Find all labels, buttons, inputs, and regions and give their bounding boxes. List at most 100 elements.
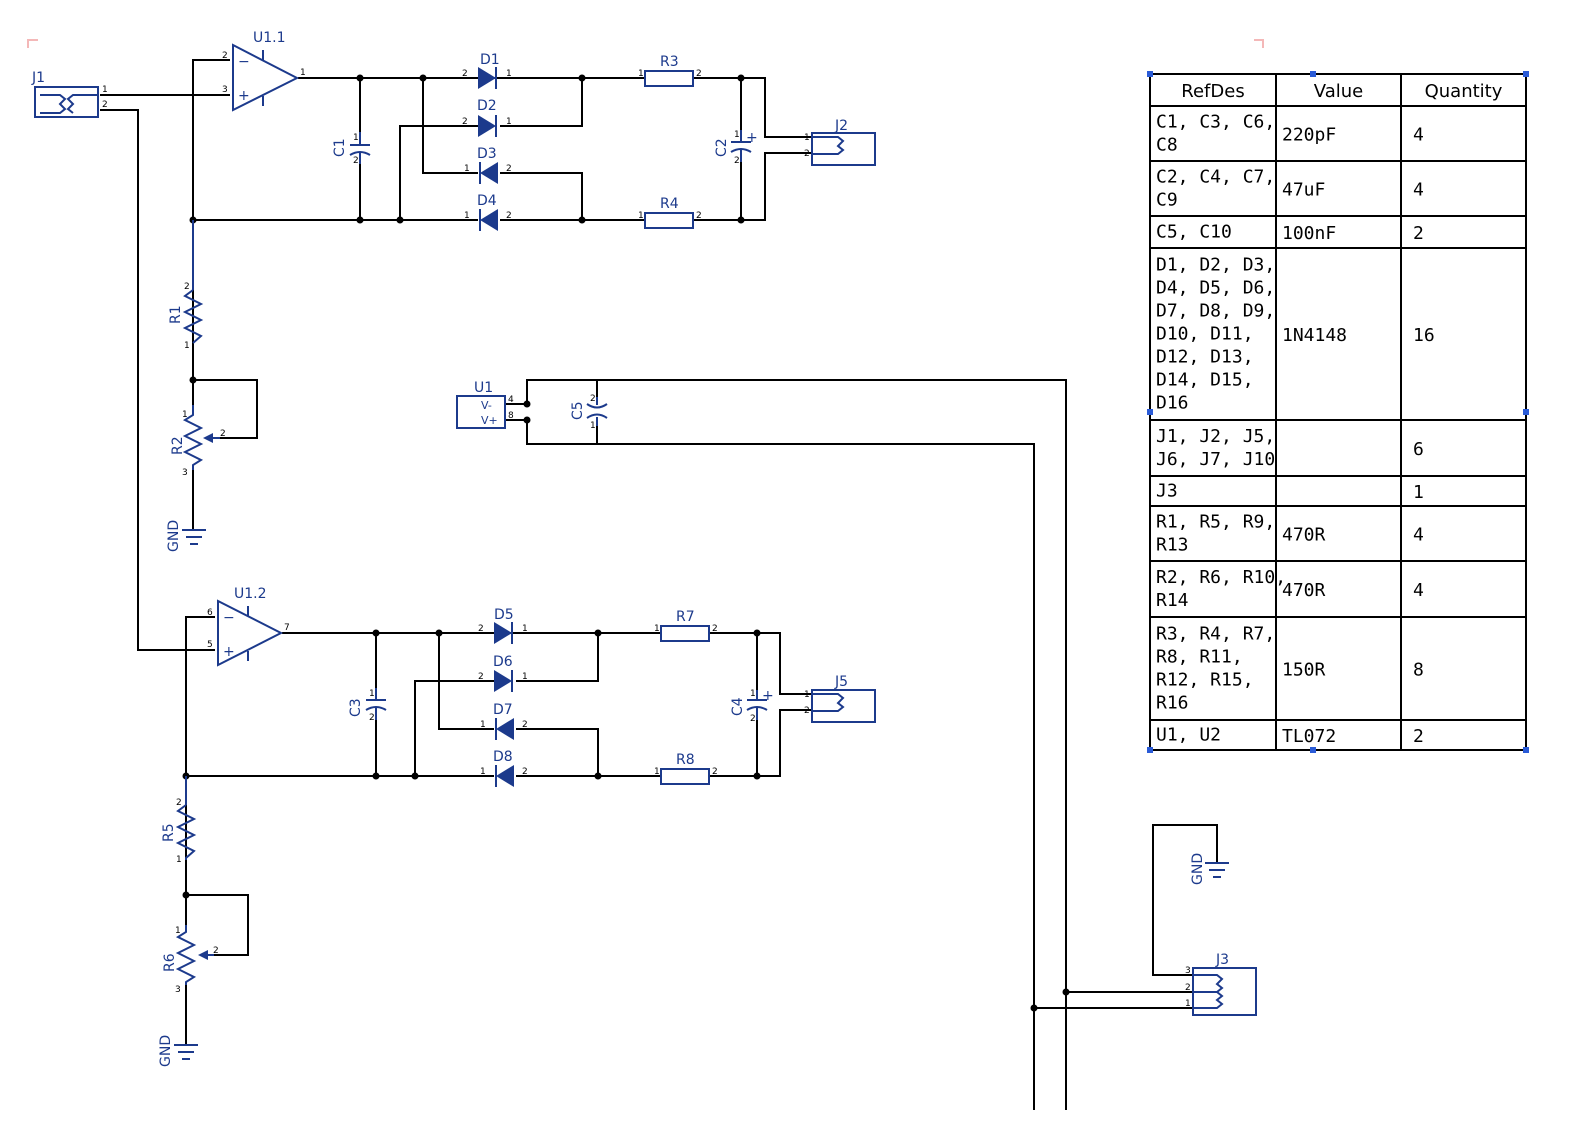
bom-value: 470R	[1282, 580, 1326, 601]
resistor-r4[interactable]: R4 1 2	[638, 196, 702, 229]
capacitor-c3[interactable]: C3 1 2	[348, 688, 387, 723]
capacitor-c5[interactable]: C5 2 1	[570, 394, 608, 431]
selection-handle[interactable]	[1147, 409, 1153, 415]
bom-value: 1N4148	[1282, 325, 1347, 346]
bom-value: 220pF	[1282, 125, 1336, 146]
svg-text:2: 2	[712, 767, 718, 777]
bom-refdes: R1, R5, R9,	[1156, 512, 1275, 533]
svg-text:2: 2	[184, 282, 190, 292]
sheet-corner-marks	[27, 39, 1264, 48]
svg-text:U1.2: U1.2	[234, 586, 267, 602]
resistor-r1[interactable]: R1 2 1	[168, 220, 204, 351]
bom-refdes: D10, D11,	[1156, 324, 1254, 345]
svg-text:1: 1	[176, 855, 182, 865]
resistor-r8[interactable]: R8 1 2	[654, 752, 718, 785]
svg-text:2: 2	[712, 624, 718, 634]
diode-d3[interactable]: D3 1 2	[464, 146, 512, 185]
opamp-u1-2[interactable]: − + U1.2 6 5 7	[207, 586, 290, 667]
selection-handle[interactable]	[1310, 747, 1316, 753]
svg-text:1: 1	[506, 69, 512, 79]
table-header-cell: Quantity	[1425, 81, 1503, 102]
diode-d2[interactable]: D2 2 1	[462, 98, 512, 138]
opamp-u1-1[interactable]: − + U1.1 2 3 1	[222, 30, 306, 112]
connector-j2[interactable]: J2 1 2	[804, 118, 876, 166]
svg-text:4: 4	[508, 395, 514, 405]
selection-handle[interactable]	[1523, 747, 1529, 753]
opamp-power-u1[interactable]: U1 V- V+ 4 8	[456, 380, 514, 429]
svg-text:+: +	[223, 644, 235, 660]
svg-text:7: 7	[284, 623, 290, 633]
bom-refdes: D7, D8, D9,	[1156, 301, 1275, 322]
svg-text:2: 2	[176, 798, 182, 808]
bom-table[interactable]: RefDes Value Quantity C1, C3, C6,C8 220pF 4 C2…	[1147, 71, 1529, 753]
connector-j3[interactable]: J3 3 2 1	[1185, 952, 1257, 1016]
bom-value: 470R	[1282, 525, 1326, 546]
bom-refdes: R13	[1156, 535, 1189, 556]
svg-text:1: 1	[804, 133, 810, 143]
bom-refdes: C1, C3, C6,	[1156, 112, 1275, 133]
svg-text:R4: R4	[660, 196, 679, 212]
resistor-r5[interactable]: R5 2 1	[161, 776, 197, 865]
svg-text:2: 2	[734, 156, 740, 166]
svg-text:8: 8	[508, 411, 514, 421]
bom-quantity: 16	[1413, 325, 1435, 346]
ground-symbol-3: GND	[1190, 853, 1229, 885]
svg-text:1: 1	[654, 624, 660, 634]
svg-text:1: 1	[175, 926, 181, 936]
svg-text:−: −	[223, 610, 235, 626]
svg-text:1: 1	[353, 133, 359, 143]
svg-text:V-: V-	[481, 399, 492, 412]
svg-text:3: 3	[222, 85, 228, 95]
connector-j1[interactable]: J1 1 2	[31, 70, 108, 118]
diode-d7[interactable]: D7 1 2	[480, 702, 528, 741]
bom-quantity: 4	[1413, 125, 1424, 146]
svg-text:1: 1	[506, 117, 512, 127]
bom-refdes: J1, J2, J5,	[1156, 426, 1275, 447]
svg-text:C1: C1	[332, 138, 348, 157]
capacitor-c1[interactable]: C1 1 2	[332, 132, 371, 166]
bom-refdes: C5, C10	[1156, 222, 1232, 243]
resistor-r3[interactable]: R3 1 2	[638, 54, 702, 87]
svg-text:D2: D2	[477, 98, 497, 114]
diode-d8[interactable]: D8 1 2	[480, 749, 528, 788]
svg-text:R3: R3	[660, 54, 679, 70]
svg-text:1: 1	[750, 689, 756, 699]
svg-text:2: 2	[804, 149, 810, 159]
capacitor-c4[interactable]: + C4 1 2	[730, 688, 774, 724]
svg-text:1: 1	[480, 720, 486, 730]
schematic-canvas[interactable]: J1 1 2 − + U1.1 2 3 1 C1 1 2 D1 2 1 D2 2 1…	[0, 0, 1587, 1125]
connector-j5[interactable]: J5 1 2	[804, 674, 876, 723]
svg-text:C3: C3	[348, 698, 364, 717]
svg-text:D1: D1	[480, 52, 500, 68]
bom-quantity: 2	[1413, 726, 1424, 747]
diode-d1[interactable]: D1 2 1	[462, 52, 512, 90]
selection-handle[interactable]	[1523, 409, 1529, 415]
svg-text:2: 2	[506, 211, 512, 221]
svg-text:2: 2	[506, 164, 512, 174]
bom-refdes: D4, D5, D6,	[1156, 278, 1275, 299]
bom-value: 47uF	[1282, 180, 1325, 201]
svg-text:3: 3	[1185, 966, 1191, 976]
svg-text:R2: R2	[170, 436, 186, 455]
selection-handle[interactable]	[1147, 71, 1153, 77]
bom-refdes: C9	[1156, 190, 1178, 211]
svg-text:+: +	[762, 688, 774, 704]
diode-d5[interactable]: D5 2 1	[478, 607, 528, 645]
svg-text:1: 1	[102, 85, 108, 95]
svg-text:−: −	[238, 54, 250, 70]
capacitor-c2[interactable]: + C2 1 2	[714, 130, 758, 166]
bom-refdes: R8, R11,	[1156, 647, 1243, 668]
svg-text:1: 1	[734, 130, 740, 140]
potentiometer-r2[interactable]: R2 1 2 3	[170, 405, 226, 478]
potentiometer-r6[interactable]: R6 1 2 3	[162, 925, 219, 995]
selection-handle[interactable]	[1147, 747, 1153, 753]
svg-text:1: 1	[804, 690, 810, 700]
resistor-r7[interactable]: R7 1 2	[654, 609, 718, 642]
diode-d6[interactable]: D6 2 1	[478, 654, 528, 693]
svg-text:2: 2	[102, 100, 108, 110]
selection-handle[interactable]	[1523, 71, 1529, 77]
svg-text:2: 2	[696, 211, 702, 221]
svg-text:6: 6	[207, 608, 213, 618]
diode-d4[interactable]: D4 1 2	[464, 193, 512, 232]
selection-handle[interactable]	[1310, 71, 1316, 77]
